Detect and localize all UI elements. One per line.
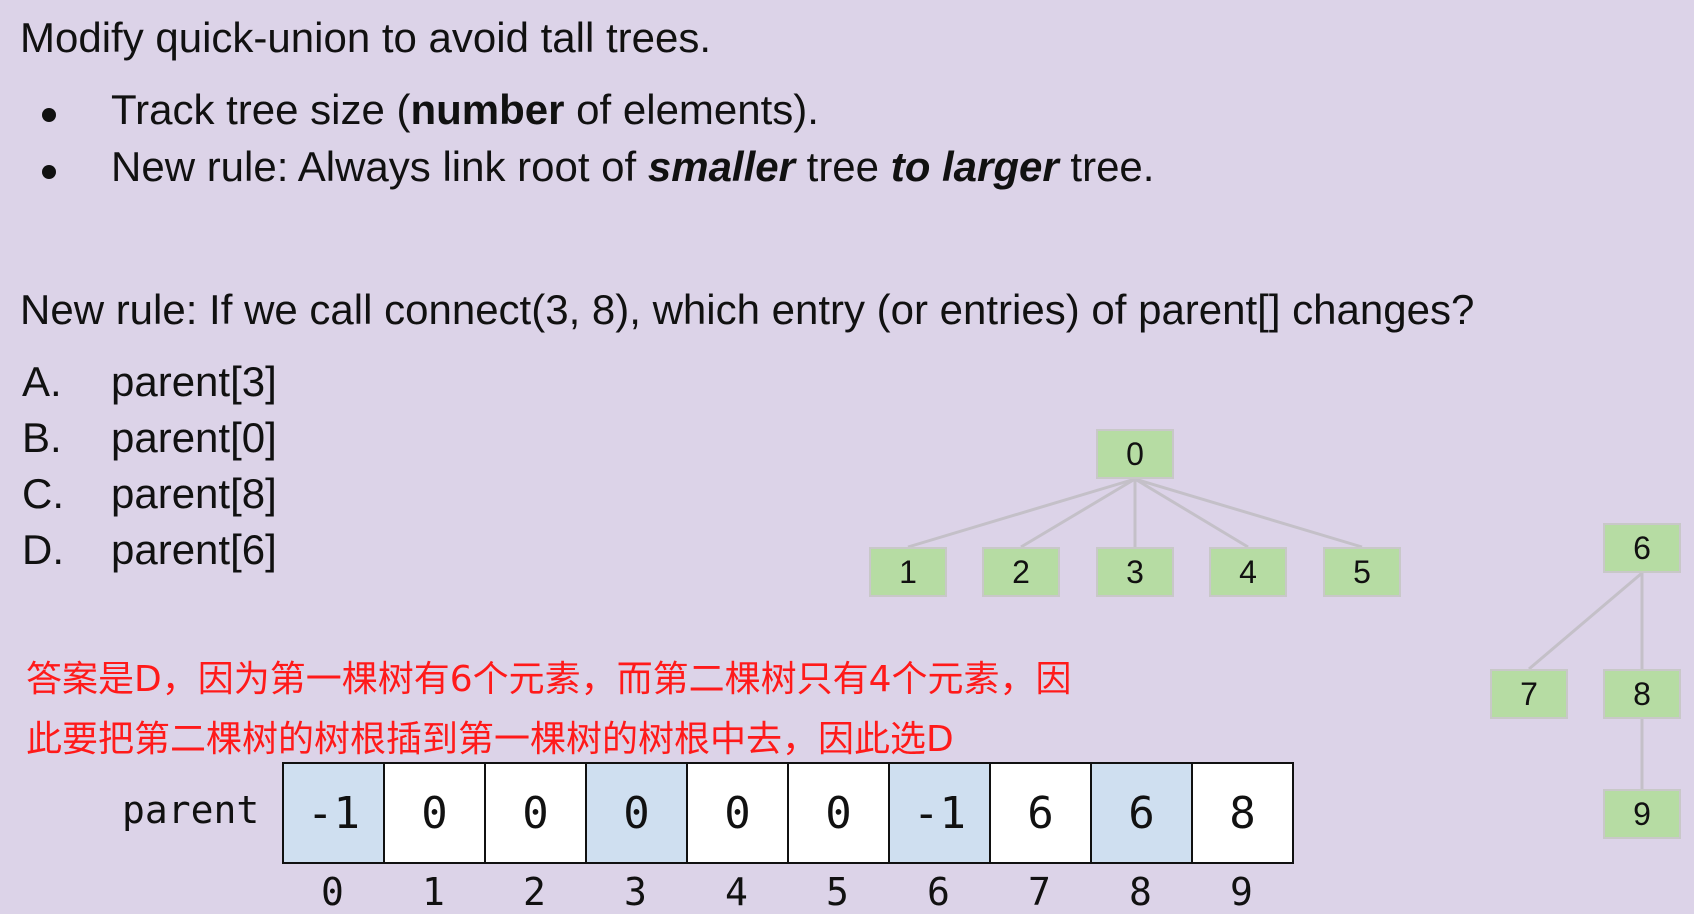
tree-node-5: 5 xyxy=(1323,547,1401,597)
parent-cell-7: 6 xyxy=(989,764,1090,862)
tree-node-0: 0 xyxy=(1096,429,1174,479)
parent-cell-9: 8 xyxy=(1191,764,1292,862)
tree-edge-0-2 xyxy=(1020,477,1136,549)
tree-node-2: 2 xyxy=(982,547,1060,597)
tree-node-9: 9 xyxy=(1603,789,1681,839)
tree-node-4: 4 xyxy=(1209,547,1287,597)
parent-cell-0: -1 xyxy=(284,764,383,862)
parent-array-indices: 0 1 2 3 4 5 6 7 8 9 xyxy=(282,870,1292,914)
parent-index-8: 8 xyxy=(1129,870,1152,914)
parent-index-3: 3 xyxy=(624,870,647,914)
parent-cell-5: 0 xyxy=(787,764,888,862)
parent-index-9: 9 xyxy=(1230,870,1253,914)
parent-array-label: parent xyxy=(122,788,260,832)
parent-index-7: 7 xyxy=(1028,870,1051,914)
tree-node-3: 3 xyxy=(1096,547,1174,597)
tree-node-8: 8 xyxy=(1603,669,1681,719)
parent-cell-8: 6 xyxy=(1090,764,1191,862)
parent-array: -1 0 0 0 0 0 -1 6 6 8 xyxy=(282,762,1294,864)
parent-index-1: 1 xyxy=(422,870,445,914)
parent-cell-4: 0 xyxy=(686,764,787,862)
tree-node-7: 7 xyxy=(1490,669,1568,719)
parent-index-4: 4 xyxy=(725,870,748,914)
tree-edge-0-1 xyxy=(907,477,1136,549)
parent-index-0: 0 xyxy=(321,870,344,914)
tree-edge-0-5 xyxy=(1134,477,1363,549)
tree-node-1: 1 xyxy=(869,547,947,597)
parent-cell-2: 0 xyxy=(484,764,585,862)
tree-node-6: 6 xyxy=(1603,523,1681,573)
parent-cell-3: 0 xyxy=(585,764,686,862)
parent-index-6: 6 xyxy=(927,870,950,914)
parent-cell-6: -1 xyxy=(888,764,989,862)
tree-edge-6-7 xyxy=(1528,571,1643,671)
parent-cell-1: 0 xyxy=(383,764,484,862)
parent-index-2: 2 xyxy=(523,870,546,914)
tree-edge-0-4 xyxy=(1134,477,1249,549)
parent-index-5: 5 xyxy=(826,870,849,914)
